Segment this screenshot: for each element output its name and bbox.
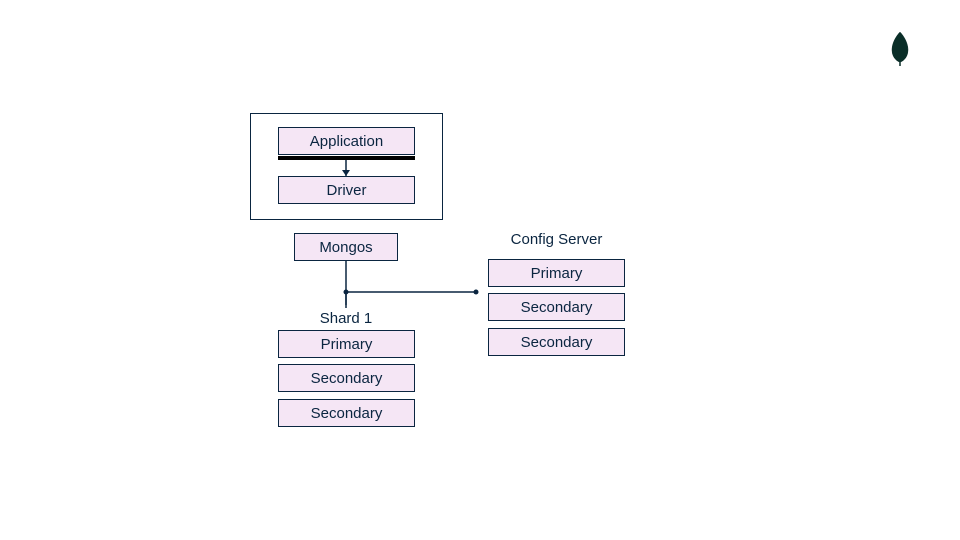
shard1-secondary1-box: Secondary	[278, 364, 415, 392]
config-title: Config Server	[488, 231, 625, 248]
shard1-secondary2-label: Secondary	[311, 405, 383, 422]
application-box: Application	[278, 127, 415, 155]
config-secondary2-label: Secondary	[521, 334, 593, 351]
mongodb-leaf-icon	[890, 32, 910, 71]
config-secondary1-box: Secondary	[488, 293, 625, 321]
app-driver-connector	[278, 156, 415, 160]
config-secondary1-label: Secondary	[521, 299, 593, 316]
shard1-primary-label: Primary	[321, 336, 373, 353]
mongos-box: Mongos	[294, 233, 398, 261]
shard1-secondary1-label: Secondary	[311, 370, 383, 387]
config-primary-label: Primary	[531, 265, 583, 282]
application-label: Application	[310, 133, 383, 150]
config-secondary2-box: Secondary	[488, 328, 625, 356]
config-primary-box: Primary	[488, 259, 625, 287]
connector-lines	[0, 0, 960, 540]
shard1-title: Shard 1	[296, 310, 396, 327]
driver-box: Driver	[278, 176, 415, 204]
shard1-secondary2-box: Secondary	[278, 399, 415, 427]
shard1-primary-box: Primary	[278, 330, 415, 358]
driver-label: Driver	[327, 182, 367, 199]
mongos-label: Mongos	[319, 239, 372, 256]
